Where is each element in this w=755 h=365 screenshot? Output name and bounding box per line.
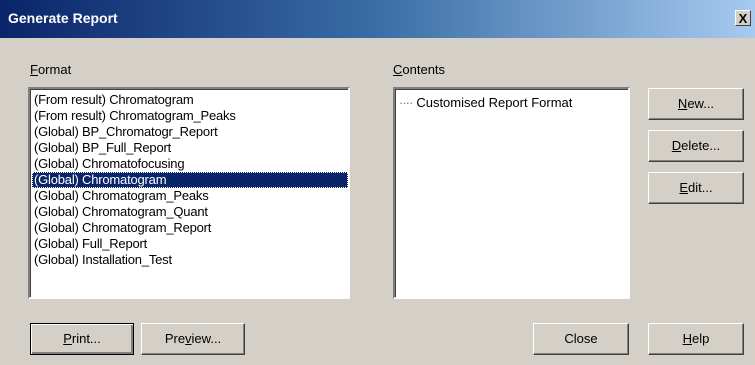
edit-button[interactable]: Edit... bbox=[648, 172, 744, 204]
tree-item-customised-report-format[interactable]: ···· Customised Report Format bbox=[399, 95, 572, 110]
print-button-label: Print... bbox=[63, 331, 101, 346]
window-title: Generate Report bbox=[8, 10, 118, 26]
help-button-label: Help bbox=[682, 331, 710, 346]
help-button[interactable]: Help bbox=[648, 323, 744, 355]
format-list-item[interactable]: (From result) Chromatogram bbox=[32, 92, 348, 108]
format-list-item[interactable]: (Global) Chromatogram_Report bbox=[32, 220, 348, 236]
delete-button-label: Delete... bbox=[671, 138, 721, 153]
close-button[interactable]: Close bbox=[533, 323, 629, 355]
format-list-item[interactable]: (Global) Chromatogram_Peaks bbox=[32, 188, 348, 204]
tree-connector-icon: ···· bbox=[399, 95, 413, 110]
close-window-button[interactable]: X bbox=[735, 10, 751, 26]
format-list-item[interactable]: (From result) Chromatogram_Peaks bbox=[32, 108, 348, 124]
delete-button[interactable]: Delete... bbox=[648, 130, 744, 162]
format-list-item[interactable]: (Global) Chromatogram bbox=[32, 172, 348, 188]
format-list-item[interactable]: (Global) Installation_Test bbox=[32, 252, 348, 268]
format-list-item[interactable]: (Global) Chromatofocusing bbox=[32, 156, 348, 172]
new-button-label: New... bbox=[677, 96, 715, 111]
title-bar: Generate Report X bbox=[0, 0, 755, 38]
edit-button-label: Edit... bbox=[679, 180, 713, 195]
format-listbox[interactable]: (From result) Chromatogram (From result) … bbox=[28, 87, 350, 299]
close-button-label: Close bbox=[564, 331, 598, 346]
contents-label: Contents bbox=[393, 62, 446, 77]
tree-item-label: Customised Report Format bbox=[416, 95, 573, 110]
contents-tree[interactable]: ···· Customised Report Format bbox=[393, 87, 630, 299]
format-list-item[interactable]: (Global) BP_Chromatogr_Report bbox=[32, 124, 348, 140]
preview-button[interactable]: Preview... bbox=[141, 323, 245, 355]
format-label: Format bbox=[30, 62, 72, 77]
new-button[interactable]: New... bbox=[648, 88, 744, 120]
format-list-item[interactable]: (Global) Full_Report bbox=[32, 236, 348, 252]
format-list-item[interactable]: (Global) BP_Full_Report bbox=[32, 140, 348, 156]
close-icon: X bbox=[738, 11, 748, 26]
format-list-item[interactable]: (Global) Chromatogram_Quant bbox=[32, 204, 348, 220]
print-button[interactable]: Print... bbox=[30, 323, 134, 355]
preview-button-label: Preview... bbox=[164, 331, 222, 346]
